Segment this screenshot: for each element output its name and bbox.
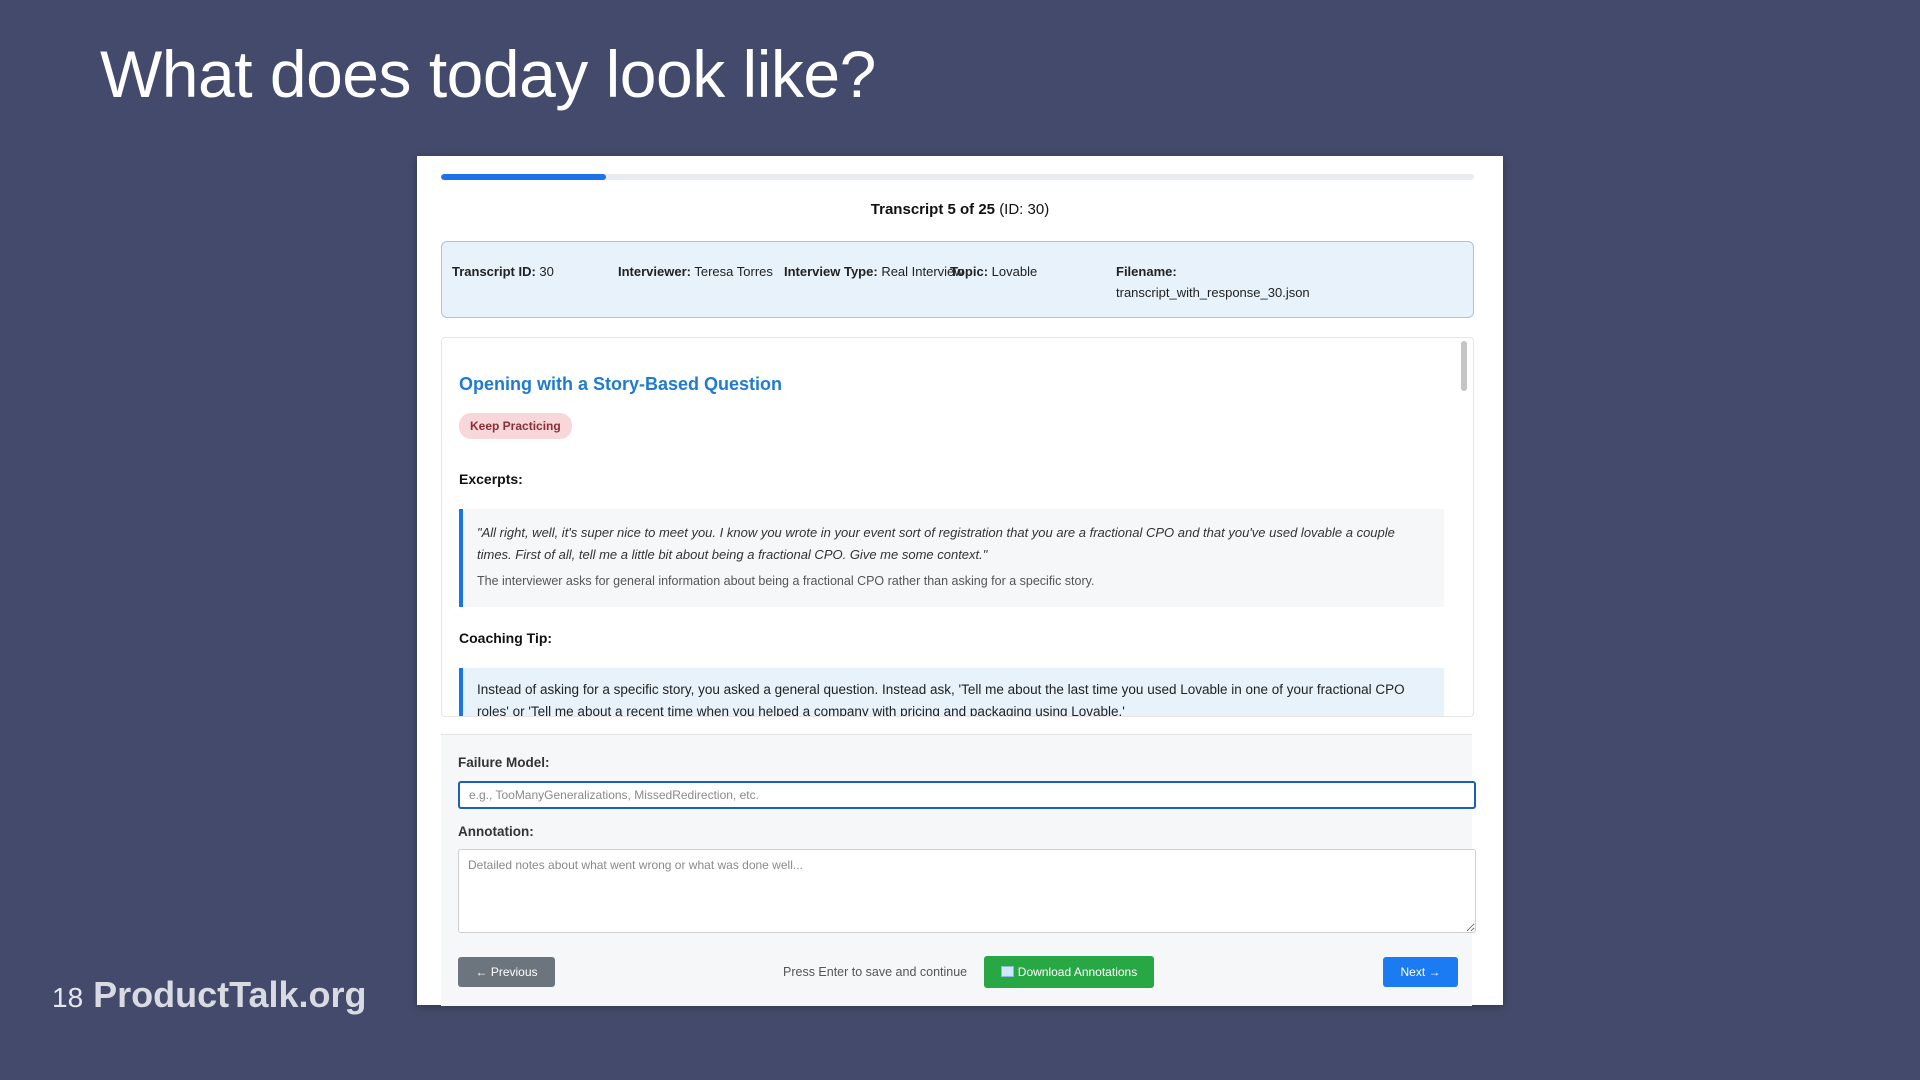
meta-transcript-id-label: Transcript ID: — [452, 264, 536, 279]
section-title: Opening with a Story-Based Question — [459, 374, 783, 394]
annotation-form: Failure Model: Annotation: ← Previous Pr… — [441, 734, 1476, 1006]
meta-transcript-id: Transcript ID: 30 — [452, 261, 554, 282]
keyboard-hint: Press Enter to save and continue — [783, 965, 968, 979]
meta-topic: Topic: Lovable — [950, 261, 1037, 282]
meta-interview-type: Interview Type: Real Interview — [784, 261, 964, 282]
app-screenshot: Transcript 5 of 25 (ID: 30) Transcript I… — [417, 156, 1503, 1006]
transcript-metadata: Transcript ID: 30 Interviewer: Teresa To… — [441, 241, 1474, 318]
slide-number: 18 — [52, 982, 84, 1013]
failure-model-label: Failure Model: — [458, 755, 550, 770]
excerpts-label: Excerpts: — [459, 471, 523, 487]
download-annotations-label: Download Annotations — [1017, 965, 1138, 979]
annotation-textarea[interactable] — [458, 849, 1476, 933]
transcript-counter: Transcript 5 of 25 (ID: 30) — [417, 201, 1503, 218]
coaching-tip: Instead of asking for a specific story, … — [459, 668, 1444, 716]
brand-logo: ProductTalk.org — [93, 974, 367, 1015]
next-button[interactable]: Next → — [1383, 957, 1458, 987]
download-icon — [1000, 966, 1014, 977]
meta-transcript-id-value: 30 — [539, 264, 554, 279]
panel-scrollbar[interactable] — [1461, 341, 1467, 391]
excerpt-quote: "All right, well, it's super nice to mee… — [477, 525, 1395, 562]
progress-bar — [441, 174, 1474, 180]
slide-title: What does today look like? — [100, 37, 876, 111]
failure-model-input[interactable] — [458, 781, 1476, 809]
feedback-panel[interactable]: Opening with a Story-Based Question Keep… — [441, 337, 1474, 717]
annotation-label: Annotation: — [458, 824, 534, 839]
slide-footer: 18 ProductTalk.org — [52, 974, 367, 1016]
progress-fill — [441, 174, 607, 180]
excerpt-block: "All right, well, it's super nice to mee… — [459, 509, 1444, 607]
coaching-tip-label: Coaching Tip: — [459, 630, 553, 646]
meta-filename: Filename: transcript_with_response_30.js… — [1116, 261, 1310, 303]
meta-filename-label: Filename: — [1116, 264, 1177, 279]
meta-interview-type-label: Interview Type: — [784, 264, 878, 279]
counter-id: (ID: 30) — [999, 201, 1050, 218]
previous-button[interactable]: ← Previous — [458, 957, 555, 987]
download-annotations-button[interactable]: Download Annotations — [984, 956, 1154, 988]
status-badge: Keep Practicing — [459, 413, 572, 439]
meta-interviewer: Interviewer: Teresa Torres — [618, 261, 773, 282]
meta-topic-label: Topic: — [950, 264, 989, 279]
meta-topic-value: Lovable — [991, 264, 1038, 279]
excerpt-note: The interviewer asks for general informa… — [477, 574, 1095, 588]
counter-main: Transcript 5 of 25 — [870, 201, 996, 218]
meta-filename-value: transcript_with_response_30.json — [1116, 285, 1310, 300]
meta-interviewer-label: Interviewer: — [618, 264, 691, 279]
meta-interviewer-value: Teresa Torres — [694, 264, 773, 279]
